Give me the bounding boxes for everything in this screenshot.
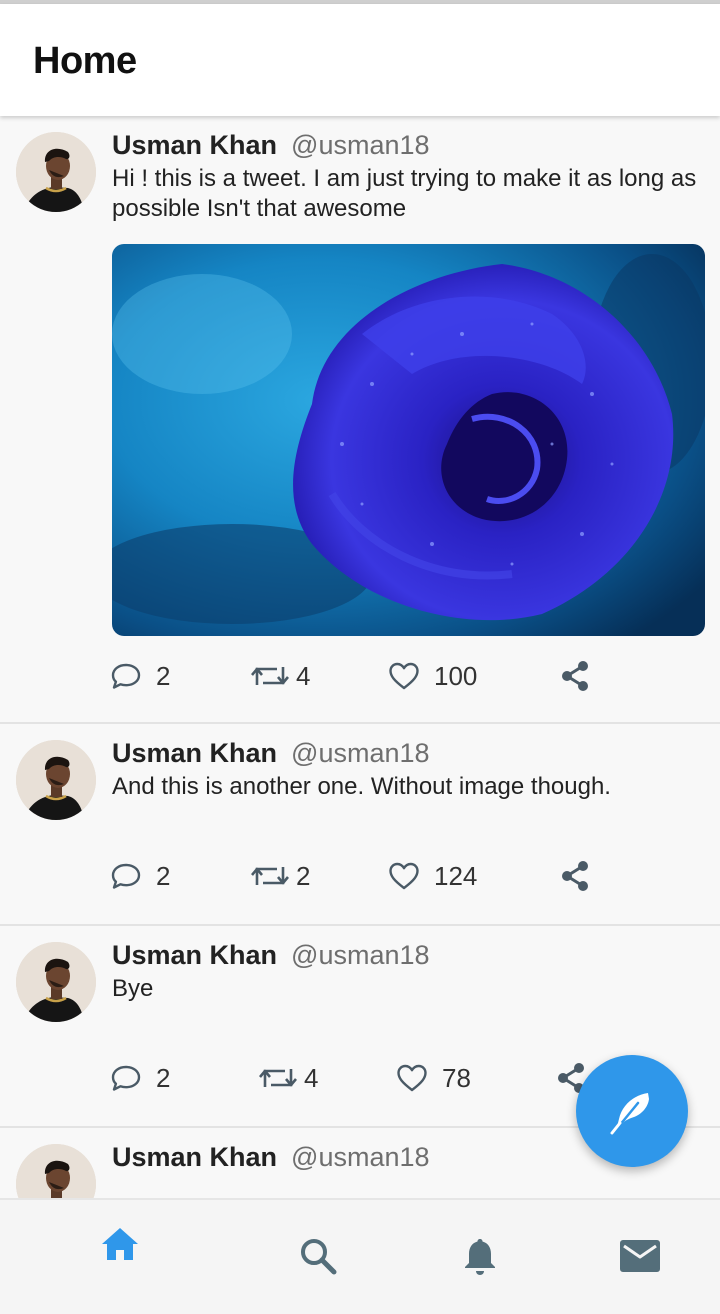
tweet-image[interactable] [112,244,705,636]
tweet-content: Usman Khan @usman18 Hi ! this is a tweet… [112,130,707,224]
tweet-actions: 2 4 100 [110,656,710,696]
tweet-content: Usman Khan @usman18 Bye [112,940,707,1004]
comment-count: 2 [156,1062,171,1093]
page-title: Home [33,40,137,82]
like-count: 78 [442,1062,471,1093]
avatar[interactable] [16,740,96,820]
comment-icon [110,860,142,892]
tweet-actions: 2 2 124 [110,856,710,896]
retweet-button[interactable]: 2 [250,856,310,896]
comment-count: 2 [156,660,171,691]
tweet-card[interactable]: Usman Khan @usman18 And this is another … [0,724,720,926]
nav-home[interactable] [30,1200,210,1312]
tweet-card[interactable]: Usman Khan @usman18 Hi ! this is a tweet… [0,116,720,724]
compose-tweet-button[interactable] [576,1055,688,1167]
home-icon [102,1228,138,1260]
tweet-text: Hi ! this is a tweet. I am just trying t… [112,165,697,222]
share-icon [560,860,590,892]
like-count: 124 [434,860,478,891]
like-button[interactable]: 100 [388,656,477,696]
search-icon [301,1239,337,1275]
comment-count: 2 [156,860,171,891]
bell-icon [465,1239,495,1275]
retweet-icon [250,862,290,890]
comment-button[interactable]: 2 [110,856,170,896]
author-handle[interactable]: @usman18 [291,738,429,769]
author-handle[interactable]: @usman18 [291,130,429,161]
heart-icon [396,1063,428,1093]
author-handle[interactable]: @usman18 [291,1142,429,1173]
author-name[interactable]: Usman Khan [112,738,277,769]
retweet-icon [250,662,290,690]
author-name[interactable]: Usman Khan [112,1142,277,1173]
share-button[interactable] [560,656,590,696]
author-handle[interactable]: @usman18 [291,940,429,971]
feather-icon [610,1093,649,1135]
bottom-navigation [0,1198,720,1314]
retweet-button[interactable]: 4 [258,1058,318,1098]
comment-button[interactable]: 2 [110,1058,170,1098]
avatar[interactable] [16,1144,96,1198]
tweet-text: Bye [112,975,154,1002]
nav-notifications[interactable] [390,1200,570,1312]
comment-button[interactable]: 2 [110,656,170,696]
author-name[interactable]: Usman Khan [112,130,277,161]
retweet-button[interactable]: 4 [250,656,310,696]
tweet-feed[interactable]: Usman Khan @usman18 Hi ! this is a tweet… [0,116,720,1198]
nav-search[interactable] [228,1200,408,1312]
app-bar: Home [0,4,720,116]
retweet-count: 2 [296,860,311,891]
like-button[interactable]: 124 [388,856,477,896]
comment-icon [110,1062,142,1094]
like-button[interactable]: 78 [396,1058,471,1098]
author-name[interactable]: Usman Khan [112,940,277,971]
tweet-text: And this is another one. Without image t… [112,773,611,800]
heart-icon [388,661,420,691]
heart-icon [388,861,420,891]
like-count: 100 [434,660,478,691]
comment-icon [110,660,142,692]
avatar[interactable] [16,132,96,212]
retweet-count: 4 [296,660,311,691]
mail-icon [620,1240,660,1272]
share-icon [560,660,590,692]
avatar[interactable] [16,942,96,1022]
retweet-count: 4 [304,1062,319,1093]
retweet-icon [258,1064,298,1092]
tweet-content: Usman Khan @usman18 And this is another … [112,738,707,802]
share-button[interactable] [560,856,590,896]
nav-messages[interactable] [550,1200,720,1312]
